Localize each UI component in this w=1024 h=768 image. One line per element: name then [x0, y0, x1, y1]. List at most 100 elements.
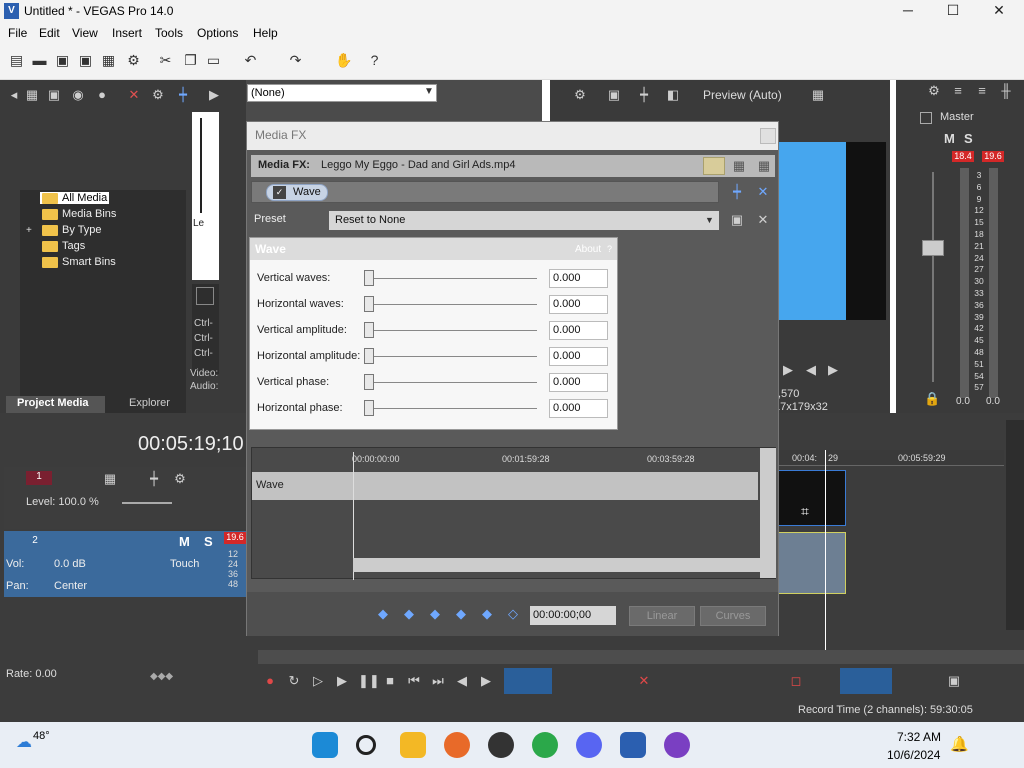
master-mute-button[interactable]: M — [944, 131, 955, 146]
plugin-icon[interactable]: ✋ — [335, 52, 352, 69]
track-pan[interactable]: Center — [54, 580, 87, 592]
file-explorer-icon[interactable] — [400, 732, 426, 758]
media-fx-icon[interactable]: ┿ — [175, 87, 191, 103]
param-slider[interactable] — [364, 296, 374, 312]
preview-quality-dropdown[interactable]: Preview (Auto) — [703, 88, 782, 102]
help-icon[interactable]: ? — [607, 244, 612, 254]
param-slider[interactable] — [364, 322, 374, 338]
automation-mode[interactable]: Touch — [170, 558, 199, 570]
record-icon[interactable]: ● — [262, 673, 278, 689]
go-to-end-icon[interactable]: ⏭ — [430, 673, 446, 689]
vertical-scrollbar[interactable] — [1006, 420, 1024, 630]
prev-keyframe-icon[interactable]: ◆ — [401, 606, 417, 622]
tree-item-tags[interactable]: Tags — [42, 240, 85, 252]
play-preview-icon[interactable]: ▶ — [206, 87, 222, 103]
track-mute-button[interactable]: M — [179, 534, 190, 549]
previous-frame-icon[interactable]: ◀ — [454, 673, 470, 689]
last-keyframe-icon[interactable]: ◆ — [453, 606, 469, 622]
horizontal-scrollbar[interactable] — [258, 650, 1024, 664]
start-icon[interactable] — [312, 732, 338, 758]
by-type-expander[interactable]: + — [26, 225, 32, 236]
marker-icon[interactable]: ◻ — [788, 673, 804, 689]
tree-item-smart-bins[interactable]: Smart Bins — [42, 256, 116, 268]
list-view-icon[interactable]: ▦ — [731, 158, 747, 174]
delete-icon[interactable]: ✕ — [636, 673, 652, 689]
save-icon[interactable]: ▣ — [54, 52, 71, 69]
tree-item-all-media[interactable]: All Media — [40, 192, 110, 204]
play-icon[interactable]: ▶ — [825, 362, 841, 378]
param-slider[interactable] — [364, 374, 374, 390]
param-slider[interactable] — [364, 348, 374, 364]
menu-view[interactable]: View — [72, 26, 98, 40]
about-link[interactable]: About — [575, 244, 601, 255]
redo-icon[interactable]: ↷ — [287, 52, 304, 69]
stop-icon[interactable]: ■ — [382, 673, 398, 689]
next-frame-icon[interactable]: ▶ — [780, 362, 796, 378]
paste-icon[interactable]: ▭ — [205, 52, 222, 69]
master-fx-icon[interactable]: ≡ — [950, 83, 966, 99]
param-value[interactable]: 0.000 — [549, 399, 608, 418]
snapping-toggle[interactable] — [840, 668, 892, 694]
discord-icon[interactable] — [576, 732, 602, 758]
dialog-close-button[interactable] — [760, 128, 776, 144]
tab-explorer[interactable]: Explorer — [129, 397, 170, 409]
overlay-icon[interactable]: ◧ — [665, 87, 681, 103]
vegas-taskbar-icon[interactable] — [620, 732, 646, 758]
keyframe-scrollbar[interactable] — [760, 448, 776, 578]
prev-frame-icon[interactable]: ◀ — [803, 362, 819, 378]
grid-icon[interactable]: ▦ — [810, 87, 826, 103]
event-pan-icon[interactable]: ▣ — [946, 673, 962, 689]
menu-options[interactable]: Options — [197, 26, 238, 40]
add-plugin-icon[interactable]: ┿ — [729, 184, 745, 200]
video-clip[interactable]: ⌗ — [778, 470, 846, 526]
remove-icon[interactable]: ✕ — [126, 87, 142, 103]
delete-keyframe-icon[interactable]: ◇ — [505, 606, 521, 622]
render-icon[interactable]: ▦ — [100, 52, 117, 69]
properties-icon[interactable]: ⚙ — [125, 52, 142, 69]
master-checkbox[interactable] — [920, 112, 932, 124]
maximize-button[interactable]: ☐ — [938, 2, 968, 19]
next-frame-transport-icon[interactable]: ▶ — [478, 673, 494, 689]
master-fader[interactable] — [922, 240, 944, 256]
minimize-button[interactable]: ─ — [893, 2, 923, 18]
save-as-icon[interactable]: ▣ — [77, 52, 94, 69]
close-button[interactable]: ✕ — [984, 2, 1014, 19]
save-preset-icon[interactable]: ▣ — [729, 212, 745, 228]
keyframe-timecode[interactable]: 00:00:00;00 — [530, 606, 616, 625]
firefox-icon[interactable] — [444, 732, 470, 758]
menu-insert[interactable]: Insert — [112, 26, 142, 40]
track-solo-button[interactable]: S — [204, 534, 213, 549]
split-icon[interactable]: ┿ — [636, 87, 652, 103]
new-icon[interactable]: ▤ — [8, 52, 25, 69]
crop-icon[interactable]: ⌗ — [801, 503, 809, 520]
track-fx-icon[interactable]: ┿ — [146, 471, 162, 487]
loop-icon[interactable]: ↻ — [286, 673, 302, 689]
menu-edit[interactable]: Edit — [39, 26, 60, 40]
level-slider[interactable] — [122, 502, 172, 504]
chain-view-icon[interactable] — [703, 157, 725, 175]
track-volume[interactable]: 0.0 dB — [54, 558, 86, 570]
external-monitor-icon[interactable]: ▣ — [606, 87, 622, 103]
play-from-start-icon[interactable]: ▷ — [310, 673, 326, 689]
param-value[interactable]: 0.000 — [549, 321, 608, 340]
menu-file[interactable]: File — [8, 26, 27, 40]
track-settings-icon[interactable]: ⚙ — [172, 471, 188, 487]
transport-play-icon[interactable]: ▶ — [334, 673, 350, 689]
preview-settings-icon[interactable]: ⚙ — [572, 87, 588, 103]
rate-slider-icon[interactable]: ◆◆◆ — [150, 671, 176, 682]
audio-clip[interactable] — [778, 532, 846, 594]
tree-item-by-type[interactable]: By Type — [42, 224, 102, 236]
curves-button[interactable]: Curves — [700, 606, 766, 626]
param-value[interactable]: 0.000 — [549, 347, 608, 366]
lock-icon[interactable]: 🔒 — [924, 391, 940, 407]
normal-edit-tool[interactable] — [504, 668, 552, 694]
param-value[interactable]: 0.000 — [549, 295, 608, 314]
media-generator-icon[interactable]: ◉ — [70, 87, 86, 103]
tab-project-media[interactable]: Project Media — [6, 396, 105, 413]
notification-bell-icon[interactable]: 🔔 — [950, 735, 969, 753]
keyframe-hscrollbar[interactable] — [353, 558, 760, 572]
delete-preset-icon[interactable]: ✕ — [755, 212, 771, 228]
master-settings-icon[interactable]: ⚙ — [926, 83, 942, 99]
capture-icon[interactable]: ▦ — [24, 87, 40, 103]
remove-plugin-icon[interactable]: ✕ — [755, 184, 771, 200]
